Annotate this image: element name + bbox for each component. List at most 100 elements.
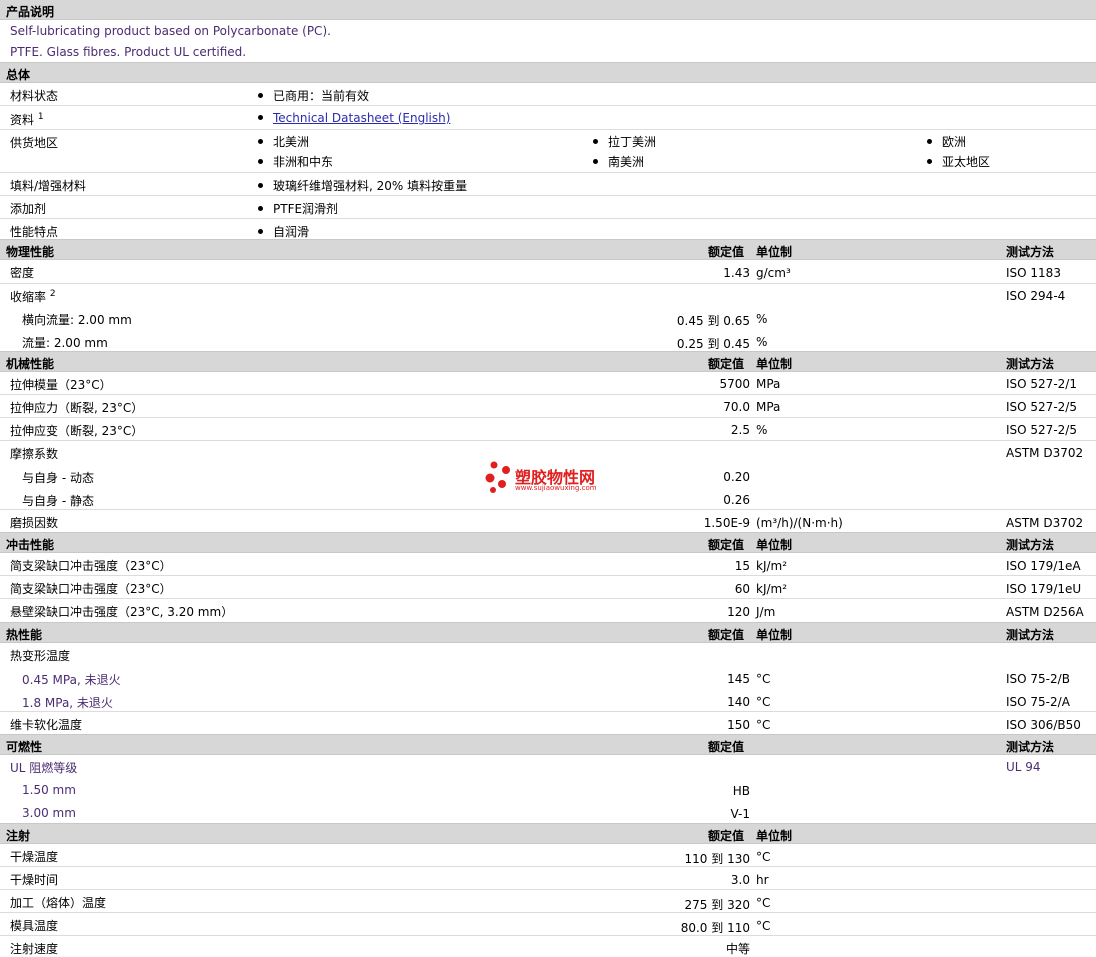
watermark-url: www.sujiaowuxing.com: [515, 484, 597, 492]
row-value: 145: [727, 672, 750, 686]
bullet-text: 玻璃纤维增强材料, 20% 填料按重量: [273, 179, 468, 193]
property-subrow: 3.00 mm V-1: [0, 801, 1096, 823]
bullet-icon: [927, 159, 932, 164]
property-row: 干燥时间 3.0 hr: [0, 867, 1096, 890]
region-text: 亚太地区: [942, 155, 991, 169]
region-item: 亚太地区: [927, 153, 990, 170]
description-line: PTFE. Glass fibres. Product UL certified…: [0, 41, 1096, 62]
row-label: 1.50 mm: [22, 783, 76, 797]
row-label: 干燥时间: [10, 873, 59, 887]
section-title: 物理性能: [6, 245, 55, 259]
property-row: 悬壁梁缺口冲击强度（23°C, 3.20 mm） 120 J/m ASTM D2…: [0, 599, 1096, 622]
row-label: 热变形温度: [10, 649, 71, 663]
general-row-docs: 资料 1 Technical Datasheet (English): [0, 106, 1096, 130]
row-label: 磨损因数: [10, 516, 59, 530]
row-unit: hr: [756, 873, 769, 887]
row-value: 5700: [719, 377, 750, 391]
row-value: 2.5: [730, 423, 750, 437]
property-row: 维卡软化温度 150 °C ISO 306/B50: [0, 712, 1096, 734]
description-line: Self-lubricating product based on Polyca…: [0, 20, 1096, 41]
technical-datasheet-link[interactable]: Technical Datasheet (English): [273, 111, 450, 125]
col-rated: 额定值: [708, 740, 745, 754]
range-from: 0.25: [676, 337, 704, 351]
section-title: 注射: [6, 829, 31, 843]
col-rated: 额定值: [708, 829, 745, 843]
row-unit: g/cm³: [756, 266, 791, 280]
range-end: 110: [727, 921, 750, 935]
range-from: 0.45: [676, 314, 704, 328]
row-label: 与自身 - 动态: [22, 471, 94, 485]
bullet-item: 已商用：当前有效: [258, 87, 369, 104]
docs-label: 资料: [10, 113, 35, 127]
bullet-text: 已商用：当前有效: [273, 89, 370, 103]
bullet-text: 自润滑: [273, 225, 310, 239]
bullet-item: Technical Datasheet (English): [258, 111, 450, 125]
row-label: 添加剂: [10, 202, 47, 216]
region-text: 欧洲: [942, 135, 967, 149]
range-end: 0.45: [723, 337, 750, 351]
col-unit: 单位制: [756, 357, 793, 371]
col-unit: 单位制: [756, 538, 793, 552]
general-row-filler: 填料/增强材料 玻璃纤维增强材料, 20% 填料按重量: [0, 173, 1096, 196]
section-header-flammability: 可燃性 额定值 测试方法: [0, 734, 1096, 755]
col-test: 测试方法: [1006, 740, 1055, 754]
row-label: 干燥温度: [10, 850, 59, 864]
description-text-2: PTFE. Glass fibres. Product UL certified…: [10, 45, 247, 59]
range-to-word: 到: [711, 921, 724, 935]
range-from: 275: [684, 898, 708, 912]
row-label: 加工（熔体）温度: [10, 896, 107, 910]
range-to-word: 到: [707, 337, 720, 351]
row-range: 80.0 到 110: [681, 919, 750, 936]
row-label: 材料状态: [10, 89, 59, 103]
general-row-regions: 供货地区 北美洲 拉丁美洲 欧洲 非洲和中东 南美洲 亚太地区: [0, 130, 1096, 173]
section-header-general: 总体: [0, 62, 1096, 83]
bullet-icon: [258, 183, 263, 188]
bullet-item: 玻璃纤维增强材料, 20% 填料按重量: [258, 177, 467, 194]
bullet-text: PTFE润滑剂: [273, 202, 339, 216]
region-item: 非洲和中东: [258, 153, 333, 170]
property-row: 拉伸应力（断裂, 23°C） 70.0 MPa ISO 527-2/5: [0, 395, 1096, 418]
row-label: 简支梁缺口冲击强度（23°C）: [10, 582, 172, 596]
section-title: 热性能: [6, 628, 43, 642]
range-end: 0.65: [723, 314, 750, 328]
property-row: 注射速度 中等: [0, 936, 1096, 956]
row-value: 140: [727, 695, 750, 709]
section-header-injection: 注射 额定值 单位制: [0, 823, 1096, 844]
row-label: UL 阻燃等级: [10, 761, 78, 775]
row-unit: °C: [756, 919, 771, 933]
property-row: 密度 1.43 g/cm³ ISO 1183: [0, 260, 1096, 284]
property-row: 干燥温度 110 到 130 °C: [0, 844, 1096, 867]
bullet-icon: [258, 159, 263, 164]
row-value: 中等: [725, 942, 750, 956]
row-label: 拉伸模量（23°C）: [10, 378, 112, 392]
row-test: ISO 527-2/5: [1006, 400, 1077, 414]
row-label: 摩擦系数: [10, 447, 59, 461]
general-row-feature: 性能特点 自润滑: [0, 219, 1096, 240]
row-range: 275 到 320: [685, 896, 750, 913]
col-rated: 额定值: [708, 357, 745, 371]
region-item: 南美洲: [593, 153, 644, 170]
row-test: ISO 527-2/1: [1006, 377, 1077, 391]
general-row-additive: 添加剂 PTFE润滑剂: [0, 196, 1096, 219]
col-test: 测试方法: [1006, 245, 1055, 259]
row-label: 注射速度: [10, 942, 59, 956]
bullet-icon: [258, 93, 263, 98]
property-subrow: 横向流量: 2.00 mm 0.45 到 0.65 %: [0, 307, 1096, 330]
region-text: 拉丁美洲: [608, 135, 657, 149]
section-header-physical: 物理性能 额定值 单位制 测试方法: [0, 239, 1096, 260]
bullet-icon: [258, 206, 263, 211]
row-unit: °C: [756, 850, 771, 864]
bullet-icon: [258, 115, 263, 120]
section-title: 机械性能: [6, 357, 55, 371]
property-row: 拉伸模量（23°C） 5700 MPa ISO 527-2/1: [0, 372, 1096, 395]
row-unit: %: [756, 423, 768, 437]
row-value: 150: [727, 718, 750, 732]
footnote-marker: 2: [49, 289, 56, 299]
property-row: 模具温度 80.0 到 110 °C: [0, 913, 1096, 936]
row-value: 70.0: [723, 400, 750, 414]
row-range: 0.25 到 0.45: [677, 335, 750, 352]
col-test: 测试方法: [1006, 538, 1055, 552]
row-unit: °C: [756, 672, 771, 686]
row-unit: %: [756, 335, 768, 349]
row-value: 60: [734, 582, 750, 596]
